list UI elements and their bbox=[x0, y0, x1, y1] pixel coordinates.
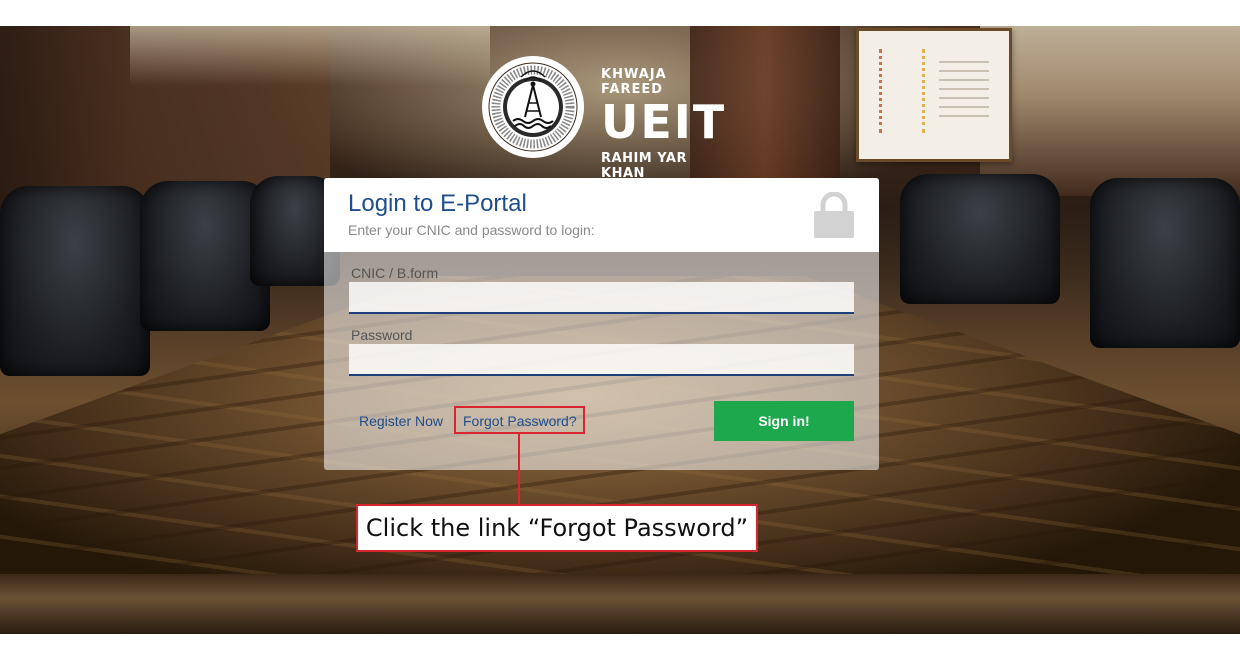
logo-bottom-text: RAHIM YAR KHAN bbox=[601, 151, 687, 181]
annotation-connector-line bbox=[518, 434, 520, 504]
cnic-input[interactable] bbox=[349, 282, 854, 314]
password-input[interactable] bbox=[349, 344, 854, 376]
lock-icon bbox=[814, 192, 854, 238]
annotation-callout-text: Click the link “Forgot Password” bbox=[365, 514, 749, 542]
sign-in-button[interactable]: Sign in! bbox=[714, 401, 854, 441]
logo-main-text: UEIT bbox=[601, 95, 727, 149]
login-title: Login to E-Portal bbox=[348, 190, 527, 217]
cnic-label: CNIC / B.form bbox=[351, 265, 439, 281]
background-table-edge bbox=[0, 574, 1240, 634]
forgot-password-link[interactable]: Forgot Password? bbox=[463, 413, 577, 429]
logo-top-text: KHWAJA FAREED bbox=[601, 67, 667, 97]
background-ceiling-light bbox=[130, 26, 490, 86]
logo-wordmark: KHWAJA FAREED UEIT RAHIM YAR KHAN bbox=[601, 67, 726, 181]
password-label: Password bbox=[351, 327, 413, 343]
background-chair bbox=[900, 174, 1060, 304]
register-now-link[interactable]: Register Now bbox=[359, 413, 443, 429]
background-wall-right bbox=[980, 26, 1240, 196]
login-subtitle: Enter your CNIC and password to login: bbox=[348, 222, 595, 238]
background-chair bbox=[1090, 178, 1240, 348]
background-notice-board bbox=[856, 28, 1012, 162]
login-card-header: Login to E-Portal Enter your CNIC and pa… bbox=[324, 178, 879, 252]
annotation-callout: Click the link “Forgot Password” bbox=[356, 504, 758, 552]
university-logo: KHWAJA FAREED UEIT RAHIM YAR KHAN bbox=[481, 55, 724, 181]
login-card: Login to E-Portal Enter your CNIC and pa… bbox=[324, 178, 879, 470]
background-chair bbox=[0, 186, 150, 376]
antenna-seal-icon bbox=[482, 56, 584, 158]
